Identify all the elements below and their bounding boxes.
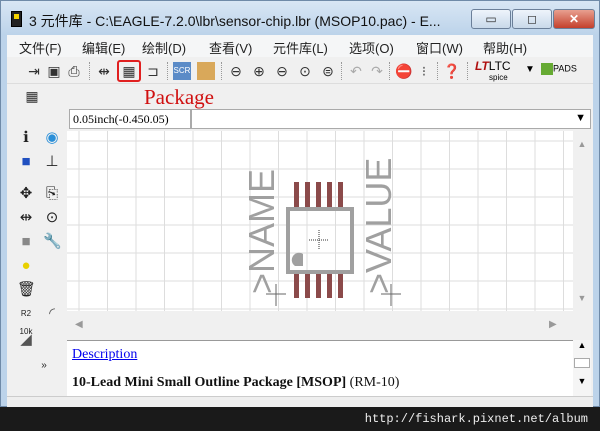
pad bbox=[338, 182, 343, 208]
description-bold: 10-Lead Mini Small Outline Package [MSOP… bbox=[72, 375, 347, 390]
info-icon[interactable]: ℹ bbox=[17, 129, 35, 147]
miter-icon[interactable]: ◜ bbox=[43, 305, 61, 323]
watermark-url: http://fishark.pixnet.net/album bbox=[0, 407, 600, 431]
main-toolbar: ⇥ ▣ ⎙ ⇹ ▦ ⊐ SCR ⊖ ⊕ ⊖ ⊙ ⊜ ↶ ↷ ⛔ ⁝ ❓ LTLT… bbox=[7, 58, 593, 84]
pad bbox=[327, 273, 332, 298]
script-icon[interactable]: SCR bbox=[173, 62, 191, 80]
eagle-window: 3 元件库 - C:\EAGLE-7.2.0\lbr\sensor-chip.l… bbox=[0, 0, 600, 407]
grid-icon[interactable]: ▦ bbox=[23, 87, 41, 105]
help-icon[interactable]: ❓ bbox=[443, 62, 461, 80]
mirror-icon[interactable]: ⇹ bbox=[17, 209, 35, 227]
group-icon[interactable]: ■ bbox=[17, 233, 35, 251]
package-drawing: >NAME >VALUE bbox=[67, 131, 573, 311]
ltc-label: LTC bbox=[488, 59, 511, 73]
canvas-vertical-scrollbar[interactable]: ▲ ▼ bbox=[573, 131, 591, 311]
rotate-icon[interactable]: ⊙ bbox=[43, 209, 61, 227]
name-label: >NAME bbox=[241, 169, 282, 294]
menu-help[interactable]: 帮助(H) bbox=[483, 35, 527, 60]
close-button[interactable]: ✕ bbox=[553, 9, 595, 29]
layer-icon[interactable]: ■ bbox=[17, 153, 35, 171]
app-icon bbox=[11, 11, 22, 27]
description-panel: Description 10-Lead Mini Small Outline P… bbox=[67, 340, 573, 396]
go-icon[interactable]: ⁝ bbox=[415, 62, 433, 80]
ulp-icon[interactable] bbox=[197, 62, 215, 80]
pin1-marker bbox=[291, 252, 303, 266]
pad bbox=[305, 273, 310, 298]
description-text: 10-Lead Mini Small Outline Package [MSOP… bbox=[72, 375, 399, 391]
print-icon[interactable]: ⎙ bbox=[65, 62, 83, 80]
symbol-icon[interactable]: ⊐ bbox=[144, 62, 162, 80]
pads-button[interactable]: PADS bbox=[541, 63, 577, 75]
undo-icon[interactable]: ↶ bbox=[347, 62, 365, 80]
drawing-canvas[interactable]: >NAME >VALUE bbox=[67, 131, 573, 311]
mark-icon[interactable]: ⊥ bbox=[43, 153, 61, 171]
client-area: 文件(F) 编辑(E) 绘制(D) 查看(V) 元件库(L) 选项(O) 窗口(… bbox=[7, 35, 593, 407]
zoom-in-icon[interactable]: ⊕ bbox=[250, 62, 268, 80]
menu-view[interactable]: 查看(V) bbox=[209, 35, 252, 60]
copy-icon[interactable]: ⎘ bbox=[43, 185, 61, 203]
ltc-sub-label: spice bbox=[489, 73, 508, 82]
pad bbox=[327, 182, 332, 208]
ltspice-dropdown-icon[interactable]: ▼ bbox=[525, 64, 535, 75]
menu-edit[interactable]: 编辑(E) bbox=[82, 35, 125, 60]
save-icon[interactable]: ▣ bbox=[45, 62, 63, 80]
split-icon[interactable]: ◢ bbox=[17, 331, 35, 349]
open-icon[interactable]: ⇥ bbox=[25, 62, 43, 80]
zoom-out-icon[interactable]: ⊖ bbox=[273, 62, 291, 80]
command-dropdown-icon[interactable]: ▼ bbox=[575, 112, 586, 124]
minimize-button[interactable]: ▭ bbox=[471, 9, 511, 29]
status-bar bbox=[7, 396, 593, 407]
zoom-select-icon[interactable]: ⊜ bbox=[319, 62, 337, 80]
show-icon[interactable]: ◉ bbox=[43, 129, 61, 147]
menu-library[interactable]: 元件库(L) bbox=[273, 35, 328, 60]
pad bbox=[316, 273, 321, 298]
maximize-button[interactable]: ◻ bbox=[512, 9, 552, 29]
delete-icon[interactable]: 🗑 bbox=[17, 281, 36, 299]
zoom-fit-icon[interactable]: ⊖ bbox=[227, 62, 245, 80]
coordinate-display: 0.05inch(-0.450.05) bbox=[69, 109, 191, 129]
menu-file[interactable]: 文件(F) bbox=[19, 35, 62, 60]
stop-icon[interactable]: ⛔ bbox=[395, 62, 413, 80]
command-input[interactable]: ▼ bbox=[191, 109, 591, 129]
canvas-horizontal-scrollbar[interactable]: ◀ ▶ bbox=[67, 311, 573, 339]
change-icon[interactable]: 🔧 bbox=[43, 233, 62, 251]
more-tools-icon[interactable]: » bbox=[35, 357, 53, 375]
value-label: >VALUE bbox=[358, 158, 399, 294]
ltspice-button[interactable]: LTLTC spice bbox=[475, 59, 511, 83]
menu-bar: 文件(F) 编辑(E) 绘制(D) 查看(V) 元件库(L) 选项(O) 窗口(… bbox=[7, 35, 593, 57]
package-button[interactable]: ▦ bbox=[117, 60, 141, 82]
menu-window[interactable]: 窗口(W) bbox=[416, 35, 463, 60]
pad bbox=[316, 182, 321, 208]
move-icon[interactable]: ✥ bbox=[17, 185, 35, 203]
description-scrollbar[interactable]: ▲ ▼ bbox=[573, 340, 591, 396]
secondary-toolbar: ▦ bbox=[7, 85, 593, 107]
window-title: 3 元件库 - C:\EAGLE-7.2.0\lbr\sensor-chip.l… bbox=[29, 13, 441, 29]
description-link[interactable]: Description bbox=[72, 347, 137, 363]
menu-draw[interactable]: 绘制(D) bbox=[142, 35, 186, 60]
redraw-icon[interactable]: ⊙ bbox=[296, 62, 314, 80]
package-annotation: Package bbox=[144, 85, 214, 109]
pad bbox=[338, 273, 343, 298]
pad bbox=[294, 182, 299, 208]
description-suffix: (RM-10) bbox=[349, 375, 400, 390]
device-icon[interactable]: ⇹ bbox=[95, 62, 113, 80]
pad bbox=[305, 182, 310, 208]
left-toolbox: ℹ ◉ ■ ⊥ ✥ ⎘ ⇹ ⊙ ■ 🔧 ● 🗑 R2 10k ◜ ◢ » bbox=[11, 129, 67, 371]
paste-icon[interactable]: ● bbox=[17, 257, 35, 275]
menu-options[interactable]: 选项(O) bbox=[349, 35, 394, 60]
pad bbox=[294, 273, 299, 298]
redo-icon[interactable]: ↷ bbox=[368, 62, 386, 80]
value-icon[interactable]: R2 10k bbox=[17, 305, 35, 336]
pads-label: PADS bbox=[553, 63, 577, 74]
title-bar: 3 元件库 - C:\EAGLE-7.2.0\lbr\sensor-chip.l… bbox=[1, 1, 599, 35]
